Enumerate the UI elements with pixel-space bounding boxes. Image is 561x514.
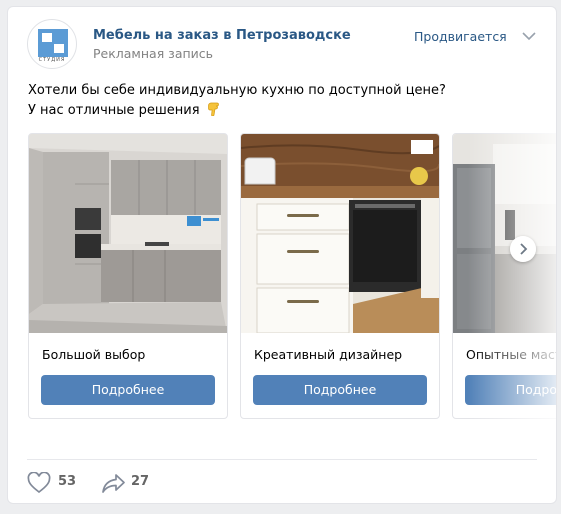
more-button[interactable]: Подробнее bbox=[253, 375, 427, 405]
card-image[interactable] bbox=[453, 134, 556, 333]
card-title: Креативный дизайнер bbox=[254, 347, 403, 362]
card-title: Большой выбор bbox=[42, 347, 146, 362]
group-avatar[interactable]: СТУДИЯ bbox=[27, 19, 77, 69]
card-title: Опытные масте bbox=[466, 347, 556, 362]
group-name-link[interactable]: Мебель на заказ в Петрозаводске bbox=[93, 28, 351, 43]
divider bbox=[27, 459, 537, 460]
thumb-down-emoji-icon bbox=[207, 102, 219, 116]
more-button[interactable]: Подробнее bbox=[41, 375, 215, 405]
like-count: 53 bbox=[58, 474, 77, 489]
chevron-right-icon[interactable] bbox=[510, 236, 536, 262]
carousel: Большой выбор Подробнее Креативный дизай… bbox=[28, 133, 556, 421]
promoted-label: Продвигается bbox=[414, 29, 507, 44]
ad-label: Рекламная запись bbox=[93, 46, 214, 61]
grey-kitchen-photo bbox=[29, 134, 227, 333]
post-text-line1: Хотели бы себе индивидуальную кухню по д… bbox=[28, 83, 446, 98]
more-button[interactable]: Подробнее bbox=[465, 375, 556, 405]
avatar-caption: СТУДИЯ bbox=[38, 57, 66, 63]
white-kitchen-oven-photo bbox=[241, 134, 439, 333]
carousel-card[interactable]: Креативный дизайнер Подробнее bbox=[240, 133, 440, 419]
share-arrow-icon bbox=[102, 474, 125, 493]
repost-count: 27 bbox=[131, 474, 150, 489]
ad-post: СТУДИЯ Мебель на заказ в Петрозаводске Р… bbox=[7, 6, 557, 504]
post-text: Хотели бы себе индивидуальную кухню по д… bbox=[28, 81, 446, 121]
chevron-down-icon[interactable] bbox=[520, 29, 538, 43]
kitchen-fridge-photo bbox=[453, 134, 556, 333]
post-text-line2-wrap: У нас отличные решения bbox=[28, 101, 446, 121]
carousel-card[interactable]: Большой выбор Подробнее bbox=[28, 133, 228, 419]
carousel-card[interactable]: Опытные масте Подробнее bbox=[452, 133, 556, 419]
post-text-line2: У нас отличные решения bbox=[28, 103, 200, 118]
heart-icon bbox=[27, 472, 51, 494]
card-image[interactable] bbox=[241, 134, 439, 333]
card-image[interactable] bbox=[29, 134, 227, 333]
logo-icon bbox=[38, 29, 68, 57]
